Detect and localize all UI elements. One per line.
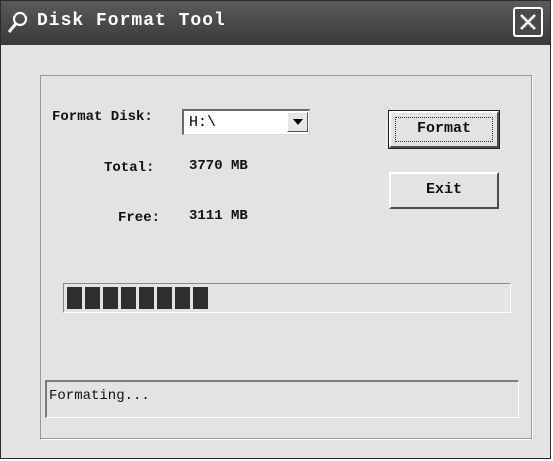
- free-value: 3111 MB: [189, 208, 248, 224]
- progress-bar: [63, 283, 511, 313]
- progress-segment: [103, 287, 118, 309]
- total-value: 3770 MB: [189, 158, 248, 174]
- magnifier-icon: [6, 10, 30, 36]
- format-button[interactable]: Format: [388, 110, 500, 149]
- dropdown-button[interactable]: [287, 112, 308, 132]
- window-title: Disk Format Tool: [37, 11, 226, 31]
- exit-button-label: Exit: [425, 181, 462, 198]
- progress-segment: [175, 287, 190, 309]
- status-text: Formating...: [49, 388, 150, 404]
- progress-segment: [157, 287, 172, 309]
- progress-segment: [139, 287, 154, 309]
- disk-format-window: Disk Format Tool Format Disk: H:\ Total:…: [0, 0, 551, 459]
- format-button-label: Format: [416, 120, 471, 137]
- progress-segment: [193, 287, 208, 309]
- close-button[interactable]: [513, 7, 543, 37]
- progress-segment: [67, 287, 82, 309]
- free-label: Free:: [118, 210, 161, 226]
- title-bar[interactable]: Disk Format Tool: [1, 1, 550, 45]
- disk-select-value: H:\: [189, 114, 217, 131]
- status-bar: Formating...: [45, 380, 519, 418]
- total-label: Total:: [104, 160, 155, 176]
- exit-button[interactable]: Exit: [389, 172, 499, 209]
- progress-segment: [85, 287, 100, 309]
- progress-segment: [121, 287, 136, 309]
- format-disk-label: Format Disk:: [52, 109, 153, 125]
- disk-select[interactable]: H:\: [182, 109, 310, 135]
